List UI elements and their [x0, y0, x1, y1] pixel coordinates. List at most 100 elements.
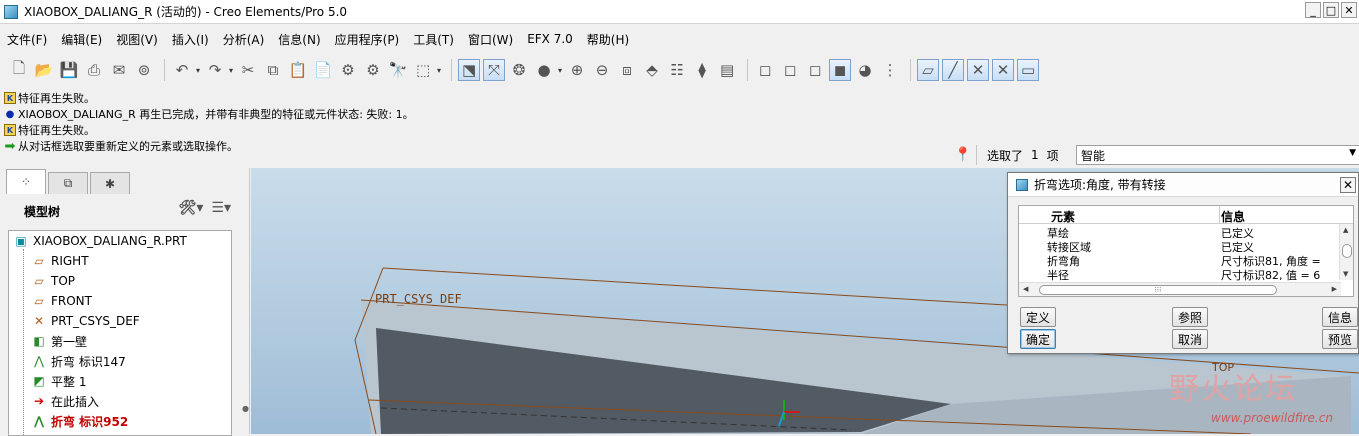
- cancel-button[interactable]: 取消: [1172, 329, 1208, 349]
- menu-tools[interactable]: 工具(T): [406, 31, 461, 48]
- minimize-button[interactable]: _: [1305, 2, 1321, 18]
- undo-icon[interactable]: ↶: [171, 59, 193, 81]
- datum-point-display-icon[interactable]: ✕: [967, 59, 990, 81]
- select-dropdown-icon[interactable]: ▾: [437, 66, 441, 75]
- copy-icon[interactable]: ⧉: [262, 59, 284, 81]
- print-icon[interactable]: ⎙: [83, 59, 105, 81]
- select-box-icon[interactable]: ⬚: [412, 59, 434, 81]
- tab-folder-browser[interactable]: ⧉: [48, 172, 88, 194]
- saved-views-icon[interactable]: ☷: [666, 59, 688, 81]
- settings-tools-icon[interactable]: 🛠▾: [179, 200, 204, 216]
- menu-insert[interactable]: 插入(I): [165, 31, 216, 48]
- layers-icon[interactable]: ⧫: [691, 59, 713, 81]
- reorient-icon[interactable]: ⬘: [641, 59, 663, 81]
- regen-manager-icon[interactable]: ⚙: [362, 59, 384, 81]
- prompt-arrow-icon: ➡: [4, 138, 16, 154]
- find-icon[interactable]: 🔭: [387, 59, 409, 81]
- menu-view[interactable]: 视图(V): [109, 31, 165, 48]
- model-tree-tools: 🛠▾ ☰▾: [179, 200, 231, 216]
- dialog-close-button[interactable]: ✕: [1340, 177, 1356, 193]
- toolbar-separator: [164, 59, 165, 81]
- maximize-button[interactable]: □: [1323, 2, 1339, 18]
- tree-item-top[interactable]: ▱ TOP: [9, 271, 231, 291]
- window-controls: _ □ ✕: [1305, 2, 1357, 18]
- close-button[interactable]: ✕: [1341, 2, 1357, 18]
- scroll-thumb[interactable]: ⁝⁝⁝: [1039, 285, 1277, 295]
- csys-display-icon[interactable]: ✕: [992, 59, 1015, 81]
- redo-dropdown-icon[interactable]: ▾: [229, 66, 233, 75]
- menu-applications[interactable]: 应用程序(P): [328, 31, 407, 48]
- regenerate-icon[interactable]: ⚙: [337, 59, 359, 81]
- table-row[interactable]: 折弯角 尺寸标识81, 角度 =: [1019, 253, 1339, 268]
- redo-icon[interactable]: ↷: [204, 59, 226, 81]
- annotation-display-icon[interactable]: ▭: [1017, 59, 1040, 81]
- appearance-dropdown-icon[interactable]: ▾: [558, 66, 562, 75]
- repaint-icon[interactable]: ⬔: [458, 59, 481, 81]
- paste-icon[interactable]: 📋: [287, 59, 309, 81]
- info-button[interactable]: 信息: [1322, 307, 1358, 327]
- scroll-up-icon[interactable]: ▲: [1343, 226, 1348, 234]
- menu-window[interactable]: 窗口(W): [461, 31, 520, 48]
- horizontal-scrollbar[interactable]: ◀ ⁝⁝⁝ ▶: [1019, 282, 1341, 296]
- tab-model-tree[interactable]: ⁘: [6, 169, 46, 194]
- scroll-thumb[interactable]: [1342, 244, 1352, 258]
- table-row[interactable]: 草绘 已定义: [1019, 225, 1339, 240]
- tree-item-bend-147[interactable]: ⋀ 折弯 标识147: [9, 351, 231, 371]
- enhanced-realism-icon[interactable]: ◕: [854, 59, 876, 81]
- open-file-icon[interactable]: 📂: [33, 59, 55, 81]
- tree-item-part[interactable]: ▣ XIAOBOX_DALIANG_R.PRT: [9, 231, 231, 251]
- panel-splitter-handle[interactable]: ●: [242, 404, 249, 413]
- menu-help[interactable]: 帮助(H): [580, 31, 636, 48]
- wireframe-icon[interactable]: ◻: [754, 59, 776, 81]
- datum-plane-display-icon[interactable]: ▱: [917, 59, 940, 81]
- show-menu-icon[interactable]: ☰▾: [211, 200, 231, 216]
- tree-item-csys[interactable]: ✕ PRT_CSYS_DEF: [9, 311, 231, 331]
- tree-item-first-wall[interactable]: + ◧ 第一壁: [9, 331, 231, 351]
- send-mail-icon[interactable]: ✉: [108, 59, 130, 81]
- tree-item-insert-here[interactable]: ➔ 在此插入: [9, 391, 231, 411]
- tree-item-bend-952[interactable]: ⋀ 折弯 标识952: [9, 411, 231, 431]
- refit-icon[interactable]: ⧈: [616, 59, 638, 81]
- new-file-icon[interactable]: 🗋: [8, 59, 30, 81]
- ok-button[interactable]: 确定: [1020, 329, 1056, 349]
- menu-efx[interactable]: EFX 7.0: [520, 32, 580, 46]
- save-icon[interactable]: 💾: [58, 59, 80, 81]
- preview-button[interactable]: 预览: [1322, 329, 1358, 349]
- appearance-icon[interactable]: ●: [533, 59, 555, 81]
- table-row[interactable]: 转接区域 已定义: [1019, 239, 1339, 254]
- zoom-in-icon[interactable]: ⊕: [566, 59, 588, 81]
- tree-item-right[interactable]: ▱ RIGHT: [9, 251, 231, 271]
- spin-center-icon[interactable]: ⤧: [483, 59, 506, 81]
- scroll-right-icon[interactable]: ▶: [1332, 285, 1337, 293]
- view-manager-icon[interactable]: ▤: [716, 59, 738, 81]
- no-hidden-icon[interactable]: ◻: [804, 59, 826, 81]
- orient-mode-icon[interactable]: ❂: [508, 59, 530, 81]
- hidden-line-icon[interactable]: ◻: [779, 59, 801, 81]
- scroll-left-icon[interactable]: ◀: [1023, 285, 1028, 293]
- undo-dropdown-icon[interactable]: ▾: [196, 66, 200, 75]
- vertical-scrollbar[interactable]: ▲ ▼: [1339, 224, 1353, 280]
- shading-icon[interactable]: ◼: [829, 59, 852, 81]
- model-tree-toggle-icon[interactable]: ⋮: [879, 59, 901, 81]
- message-text: XIAOBOX_DALIANG_R 再生已完成，并带有非典型的特征或元件状态: …: [18, 108, 414, 121]
- tree-item-front[interactable]: ▱ FRONT: [9, 291, 231, 311]
- cut-icon[interactable]: ✂: [237, 59, 259, 81]
- zoom-out-icon[interactable]: ⊖: [591, 59, 613, 81]
- menu-analysis[interactable]: 分析(A): [216, 31, 272, 48]
- tab-favorites[interactable]: ✱: [90, 172, 130, 194]
- column-header-info: 信息: [1221, 210, 1246, 224]
- send-mail-link-icon[interactable]: ⊚: [133, 59, 155, 81]
- paste-special-icon[interactable]: 📄: [312, 59, 334, 81]
- menu-edit[interactable]: 编辑(E): [54, 31, 109, 48]
- table-row[interactable]: 半径 尺寸标识82, 值 = 6: [1019, 267, 1339, 282]
- define-button[interactable]: 定义: [1020, 307, 1056, 327]
- references-button[interactable]: 参照: [1172, 307, 1208, 327]
- selection-filter-dropdown[interactable]: 智能 ▼: [1076, 145, 1359, 165]
- message-text: 特征再生失败。: [18, 92, 95, 105]
- datum-axis-display-icon[interactable]: ╱: [942, 59, 965, 81]
- menu-info[interactable]: 信息(N): [271, 31, 327, 48]
- tree-item-unbend-1[interactable]: ◩ 平整 1: [9, 371, 231, 391]
- scroll-down-icon[interactable]: ▼: [1343, 270, 1348, 278]
- menu-file[interactable]: 文件(F): [0, 31, 54, 48]
- pushpin-icon[interactable]: 📍: [954, 147, 971, 163]
